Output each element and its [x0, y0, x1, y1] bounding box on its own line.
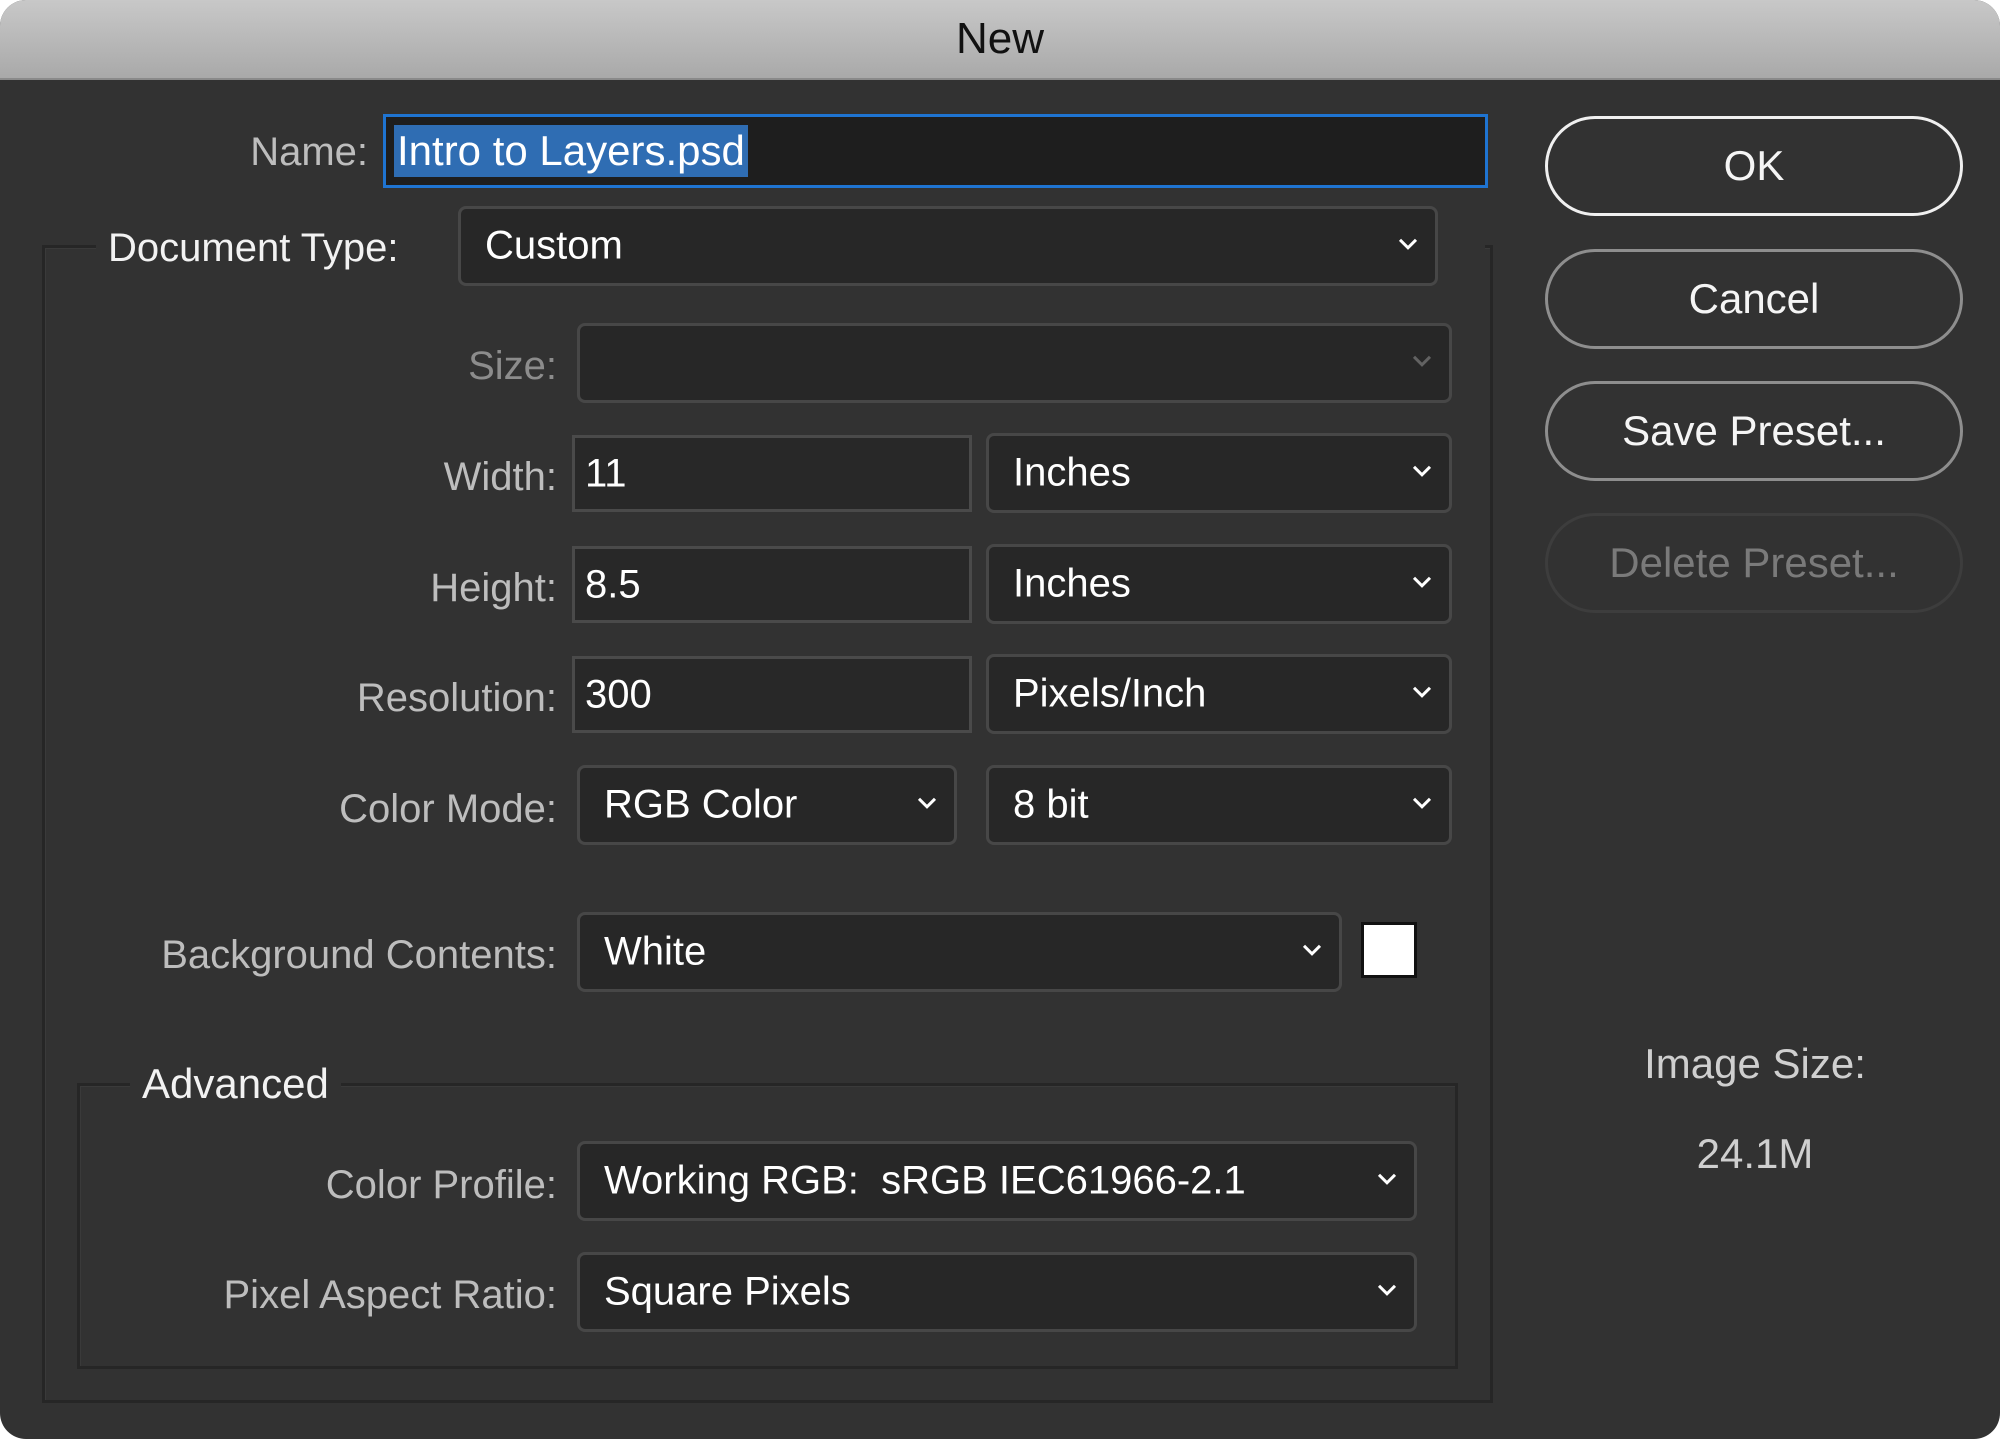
image-size-label: Image Size:	[1644, 1040, 1866, 1087]
chevron-down-icon	[1412, 355, 1432, 367]
width-unit-value: Inches	[1013, 450, 1131, 495]
chevron-down-icon	[1412, 576, 1432, 588]
chevron-down-icon	[1412, 465, 1432, 477]
pixel-aspect-ratio-value: Square Pixels	[604, 1269, 851, 1314]
pixel-aspect-ratio-label: Pixel Aspect Ratio:	[223, 1273, 558, 1317]
background-contents-label: Background Contents:	[161, 933, 557, 977]
resolution-input[interactable]: 300	[572, 656, 972, 733]
color-profile-select[interactable]: Working RGB: sRGB IEC61966-2.1	[577, 1141, 1417, 1221]
advanced-legend: Advanced	[130, 1060, 341, 1110]
color-mode-select[interactable]: RGB Color	[577, 765, 957, 845]
bit-depth-value: 8 bit	[1013, 782, 1089, 827]
document-type-label: Document Type:	[108, 226, 399, 270]
color-profile-label: Color Profile:	[325, 1163, 557, 1207]
width-unit-select[interactable]: Inches	[986, 433, 1452, 513]
name-label: Name:	[250, 130, 368, 174]
size-label: Size:	[468, 344, 557, 388]
height-label: Height:	[430, 566, 557, 610]
chevron-down-icon	[1412, 797, 1432, 809]
width-label: Width:	[443, 455, 557, 499]
pixel-aspect-ratio-select[interactable]: Square Pixels	[577, 1252, 1417, 1332]
height-unit-value: Inches	[1013, 561, 1131, 606]
chevron-down-icon	[1302, 944, 1322, 956]
background-contents-select[interactable]: White	[577, 912, 1342, 992]
name-input[interactable]: Intro to Layers.psd	[383, 114, 1488, 188]
background-color-swatch[interactable]	[1361, 922, 1417, 978]
resolution-unit-value: Pixels/Inch	[1013, 671, 1207, 716]
title-bar[interactable]: New	[0, 0, 2000, 80]
cancel-button[interactable]: Cancel	[1545, 249, 1963, 349]
image-size-value: 24.1M	[1696, 1130, 1814, 1177]
delete-preset-button[interactable]: Delete Preset...	[1545, 513, 1963, 613]
new-document-dialog: New Name: Intro to Layers.psd Document T…	[0, 0, 2000, 1439]
document-type-value: Custom	[485, 223, 623, 268]
width-value: 11	[585, 451, 627, 495]
width-input[interactable]: 11	[572, 435, 972, 512]
resolution-label: Resolution:	[356, 676, 557, 720]
advanced-title: Advanced	[142, 1060, 329, 1107]
chevron-down-icon	[1412, 686, 1432, 698]
chevron-down-icon	[1398, 238, 1418, 250]
bit-depth-select[interactable]: 8 bit	[986, 765, 1452, 845]
ok-button[interactable]: OK	[1545, 116, 1963, 216]
height-input[interactable]: 8.5	[572, 546, 972, 623]
height-value: 8.5	[585, 562, 641, 606]
document-type-select[interactable]: Custom	[458, 206, 1438, 286]
height-unit-select[interactable]: Inches	[986, 544, 1452, 624]
color-mode-value: RGB Color	[604, 782, 798, 827]
background-contents-value: White	[604, 929, 707, 974]
resolution-value: 300	[585, 672, 652, 716]
chevron-down-icon	[917, 797, 937, 809]
dialog-title: New	[955, 14, 1045, 63]
color-profile-value: Working RGB: sRGB IEC61966-2.1	[604, 1158, 1246, 1203]
save-preset-button[interactable]: Save Preset...	[1545, 381, 1963, 481]
resolution-unit-select[interactable]: Pixels/Inch	[986, 654, 1452, 734]
chevron-down-icon	[1377, 1173, 1397, 1185]
chevron-down-icon	[1377, 1284, 1397, 1296]
size-select[interactable]	[577, 323, 1452, 403]
color-mode-label: Color Mode:	[339, 787, 557, 831]
name-input-selected-text: Intro to Layers.psd	[394, 125, 748, 177]
